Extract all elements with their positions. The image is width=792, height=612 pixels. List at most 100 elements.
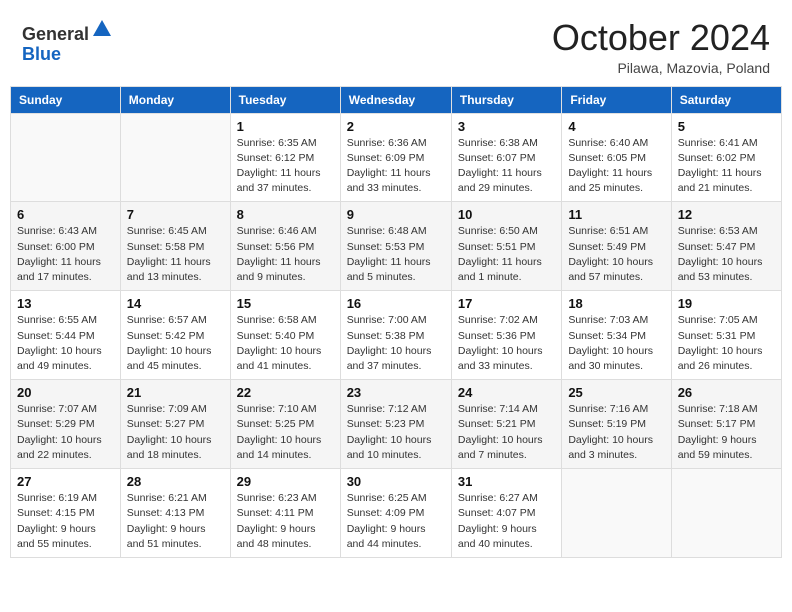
logo-general: General — [22, 24, 89, 44]
calendar-cell: 19 Sunrise: 7:05 AM Sunset: 5:31 PM Dayli… — [671, 291, 781, 380]
calendar-cell: 17 Sunrise: 7:02 AM Sunset: 5:36 PM Dayli… — [451, 291, 561, 380]
day-number: 30 — [347, 474, 445, 489]
logo-blue: Blue — [22, 44, 61, 64]
logo: General Blue — [22, 18, 113, 65]
day-number: 18 — [568, 296, 664, 311]
day-detail: Sunrise: 7:03 AM Sunset: 5:34 PM Dayligh… — [568, 313, 664, 374]
day-detail: Sunrise: 6:21 AM Sunset: 4:13 PM Dayligh… — [127, 491, 224, 552]
calendar-cell: 8 Sunrise: 6:46 AM Sunset: 5:56 PM Daylig… — [230, 202, 340, 291]
calendar-cell: 18 Sunrise: 7:03 AM Sunset: 5:34 PM Dayli… — [562, 291, 671, 380]
logo-icon — [91, 18, 113, 40]
day-detail: Sunrise: 6:41 AM Sunset: 6:02 PM Dayligh… — [678, 136, 775, 197]
day-number: 20 — [17, 385, 114, 400]
page-header: General Blue October 2024 Pilawa, Mazovi… — [10, 10, 782, 80]
day-number: 9 — [347, 207, 445, 222]
calendar-cell: 4 Sunrise: 6:40 AM Sunset: 6:05 PM Daylig… — [562, 113, 671, 202]
day-number: 1 — [237, 119, 334, 134]
day-number: 3 — [458, 119, 555, 134]
calendar-cell — [562, 469, 671, 558]
calendar-cell: 5 Sunrise: 6:41 AM Sunset: 6:02 PM Daylig… — [671, 113, 781, 202]
calendar-cell: 3 Sunrise: 6:38 AM Sunset: 6:07 PM Daylig… — [451, 113, 561, 202]
day-detail: Sunrise: 6:50 AM Sunset: 5:51 PM Dayligh… — [458, 224, 555, 285]
day-number: 6 — [17, 207, 114, 222]
calendar-cell: 25Sunrise: 7:16 AM Sunset: 5:19 PM Dayli… — [562, 380, 671, 469]
calendar-cell: 27 Sunrise: 6:19 AM Sunset: 4:15 PM Dayli… — [11, 469, 121, 558]
day-number: 15 — [237, 296, 334, 311]
calendar-cell: 9 Sunrise: 6:48 AM Sunset: 5:53 PM Daylig… — [340, 202, 451, 291]
day-number: 14 — [127, 296, 224, 311]
day-number: 22 — [237, 385, 334, 400]
day-detail: Sunrise: 6:25 AM Sunset: 4:09 PM Dayligh… — [347, 491, 445, 552]
day-detail: Sunrise: 6:51 AM Sunset: 5:49 PM Dayligh… — [568, 224, 664, 285]
day-number: 29 — [237, 474, 334, 489]
day-number: 27 — [17, 474, 114, 489]
calendar-table: SundayMondayTuesdayWednesdayThursdayFrid… — [10, 86, 782, 558]
day-detail: Sunrise: 6:19 AM Sunset: 4:15 PM Dayligh… — [17, 491, 114, 552]
calendar-cell: 11 Sunrise: 6:51 AM Sunset: 5:49 PM Dayli… — [562, 202, 671, 291]
calendar-cell: 29Sunrise: 6:23 AM Sunset: 4:11 PM Dayli… — [230, 469, 340, 558]
day-detail: Sunrise: 7:09 AM Sunset: 5:27 PM Dayligh… — [127, 402, 224, 463]
day-detail: Sunrise: 7:14 AM Sunset: 5:21 PM Dayligh… — [458, 402, 555, 463]
weekday-header-thursday: Thursday — [451, 86, 561, 113]
day-number: 8 — [237, 207, 334, 222]
day-number: 25 — [568, 385, 664, 400]
day-detail: Sunrise: 6:40 AM Sunset: 6:05 PM Dayligh… — [568, 136, 664, 197]
day-detail: Sunrise: 7:05 AM Sunset: 5:31 PM Dayligh… — [678, 313, 775, 374]
day-number: 4 — [568, 119, 664, 134]
calendar-cell: 12 Sunrise: 6:53 AM Sunset: 5:47 PM Dayli… — [671, 202, 781, 291]
day-detail: Sunrise: 6:46 AM Sunset: 5:56 PM Dayligh… — [237, 224, 334, 285]
day-number: 21 — [127, 385, 224, 400]
calendar-cell: 26 Sunrise: 7:18 AM Sunset: 5:17 PM Dayli… — [671, 380, 781, 469]
weekday-header-tuesday: Tuesday — [230, 86, 340, 113]
calendar-cell: 14 Sunrise: 6:57 AM Sunset: 5:42 PM Dayli… — [120, 291, 230, 380]
calendar-cell: 28Sunrise: 6:21 AM Sunset: 4:13 PM Dayli… — [120, 469, 230, 558]
day-detail: Sunrise: 6:43 AM Sunset: 6:00 PM Dayligh… — [17, 224, 114, 285]
calendar-cell: 7 Sunrise: 6:45 AM Sunset: 5:58 PM Daylig… — [120, 202, 230, 291]
calendar-cell: 15 Sunrise: 6:58 AM Sunset: 5:40 PM Dayli… — [230, 291, 340, 380]
calendar-cell — [671, 469, 781, 558]
day-number: 17 — [458, 296, 555, 311]
day-detail: Sunrise: 6:27 AM Sunset: 4:07 PM Dayligh… — [458, 491, 555, 552]
calendar-cell — [120, 113, 230, 202]
day-number: 7 — [127, 207, 224, 222]
calendar-cell: 22Sunrise: 7:10 AM Sunset: 5:25 PM Dayli… — [230, 380, 340, 469]
day-detail: Sunrise: 6:58 AM Sunset: 5:40 PM Dayligh… — [237, 313, 334, 374]
day-detail: Sunrise: 7:18 AM Sunset: 5:17 PM Dayligh… — [678, 402, 775, 463]
calendar-cell: 21 Sunrise: 7:09 AM Sunset: 5:27 PM Dayli… — [120, 380, 230, 469]
calendar-cell: 31 Sunrise: 6:27 AM Sunset: 4:07 PM Dayli… — [451, 469, 561, 558]
day-detail: Sunrise: 7:02 AM Sunset: 5:36 PM Dayligh… — [458, 313, 555, 374]
title-block: October 2024 Pilawa, Mazovia, Poland — [552, 18, 770, 76]
day-detail: Sunrise: 6:38 AM Sunset: 6:07 PM Dayligh… — [458, 136, 555, 197]
day-detail: Sunrise: 6:53 AM Sunset: 5:47 PM Dayligh… — [678, 224, 775, 285]
calendar-cell: 23Sunrise: 7:12 AM Sunset: 5:23 PM Dayli… — [340, 380, 451, 469]
day-number: 31 — [458, 474, 555, 489]
day-detail: Sunrise: 7:00 AM Sunset: 5:38 PM Dayligh… — [347, 313, 445, 374]
weekday-header-friday: Friday — [562, 86, 671, 113]
calendar-cell — [11, 113, 121, 202]
day-number: 5 — [678, 119, 775, 134]
day-detail: Sunrise: 6:48 AM Sunset: 5:53 PM Dayligh… — [347, 224, 445, 285]
day-detail: Sunrise: 6:57 AM Sunset: 5:42 PM Dayligh… — [127, 313, 224, 374]
location: Pilawa, Mazovia, Poland — [552, 60, 770, 76]
day-detail: Sunrise: 6:55 AM Sunset: 5:44 PM Dayligh… — [17, 313, 114, 374]
day-number: 19 — [678, 296, 775, 311]
calendar-cell: 20 Sunrise: 7:07 AM Sunset: 5:29 PM Dayli… — [11, 380, 121, 469]
day-number: 11 — [568, 207, 664, 222]
day-number: 16 — [347, 296, 445, 311]
day-detail: Sunrise: 7:07 AM Sunset: 5:29 PM Dayligh… — [17, 402, 114, 463]
calendar-cell: 1Sunrise: 6:35 AM Sunset: 6:12 PM Daylig… — [230, 113, 340, 202]
calendar-cell: 16 Sunrise: 7:00 AM Sunset: 5:38 PM Dayli… — [340, 291, 451, 380]
day-number: 12 — [678, 207, 775, 222]
calendar-cell: 30 Sunrise: 6:25 AM Sunset: 4:09 PM Dayli… — [340, 469, 451, 558]
day-detail: Sunrise: 6:36 AM Sunset: 6:09 PM Dayligh… — [347, 136, 445, 197]
calendar-cell: 10Sunrise: 6:50 AM Sunset: 5:51 PM Dayli… — [451, 202, 561, 291]
weekday-header-saturday: Saturday — [671, 86, 781, 113]
weekday-header-sunday: Sunday — [11, 86, 121, 113]
day-detail: Sunrise: 6:45 AM Sunset: 5:58 PM Dayligh… — [127, 224, 224, 285]
weekday-header-wednesday: Wednesday — [340, 86, 451, 113]
day-number: 13 — [17, 296, 114, 311]
day-number: 26 — [678, 385, 775, 400]
day-detail: Sunrise: 7:12 AM Sunset: 5:23 PM Dayligh… — [347, 402, 445, 463]
calendar-cell: 24Sunrise: 7:14 AM Sunset: 5:21 PM Dayli… — [451, 380, 561, 469]
calendar-cell: 13 Sunrise: 6:55 AM Sunset: 5:44 PM Dayli… — [11, 291, 121, 380]
